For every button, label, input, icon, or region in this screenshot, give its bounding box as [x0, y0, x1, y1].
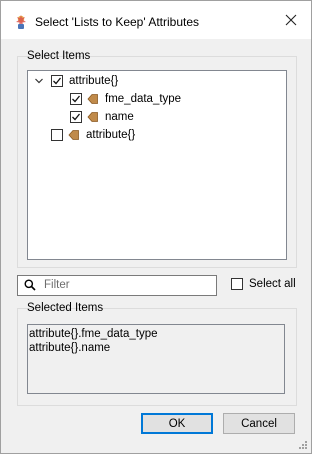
- tree-checkbox[interactable]: [51, 129, 63, 141]
- attribute-tree[interactable]: attribute{} fme_data_type name attribute…: [27, 70, 287, 260]
- checkmark-icon: [72, 113, 81, 121]
- selected-items-text: attribute{}.fme_data_type attribute{}.na…: [27, 324, 285, 394]
- fme-app-icon: [16, 15, 26, 29]
- close-button[interactable]: [271, 1, 311, 39]
- tree-row-attribute-collapsed[interactable]: attribute{}: [51, 126, 135, 144]
- checkmark-icon: [72, 95, 81, 103]
- window-title: Select 'Lists to Keep' Attributes: [35, 15, 200, 29]
- tree-row-name[interactable]: name: [70, 108, 134, 126]
- tree-row-label: fme_data_type: [105, 93, 182, 105]
- tree-row-label: attribute{}: [86, 129, 136, 141]
- close-icon: [285, 14, 297, 26]
- filter-box[interactable]: [17, 275, 217, 296]
- tree-row-attribute-expanded[interactable]: attribute{}: [34, 72, 118, 90]
- attribute-icon: [87, 94, 98, 104]
- dialog-window: Select 'Lists to Keep' Attributes Select…: [0, 0, 312, 454]
- filter-input[interactable]: [44, 277, 212, 293]
- tree-checkbox[interactable]: [70, 111, 82, 123]
- attribute-icon: [68, 130, 79, 140]
- tree-row-label: attribute{}: [69, 75, 119, 87]
- attribute-icon: [87, 112, 98, 122]
- selected-item-line: attribute{}.fme_data_type: [29, 328, 158, 340]
- cancel-button[interactable]: Cancel: [223, 413, 295, 434]
- selected-items-label: Selected Items: [27, 302, 104, 314]
- title-bar: Select 'Lists to Keep' Attributes: [1, 1, 311, 39]
- select-all-checkbox-row[interactable]: Select all: [231, 278, 296, 290]
- select-all-checkbox[interactable]: [231, 278, 243, 290]
- tree-row-fme-data-type[interactable]: fme_data_type: [70, 90, 181, 108]
- tree-checkbox[interactable]: [51, 75, 63, 87]
- tree-row-label: name: [105, 111, 134, 123]
- resize-grip-icon[interactable]: [298, 440, 308, 450]
- select-items-label: Select Items: [27, 50, 91, 62]
- search-icon: [24, 279, 36, 291]
- checkmark-icon: [53, 77, 62, 85]
- ok-button[interactable]: OK: [141, 413, 213, 434]
- selected-item-line: attribute{}.name: [29, 342, 111, 354]
- select-all-label: Select all: [249, 278, 296, 290]
- tree-checkbox[interactable]: [70, 93, 82, 105]
- chevron-down-icon[interactable]: [34, 76, 44, 86]
